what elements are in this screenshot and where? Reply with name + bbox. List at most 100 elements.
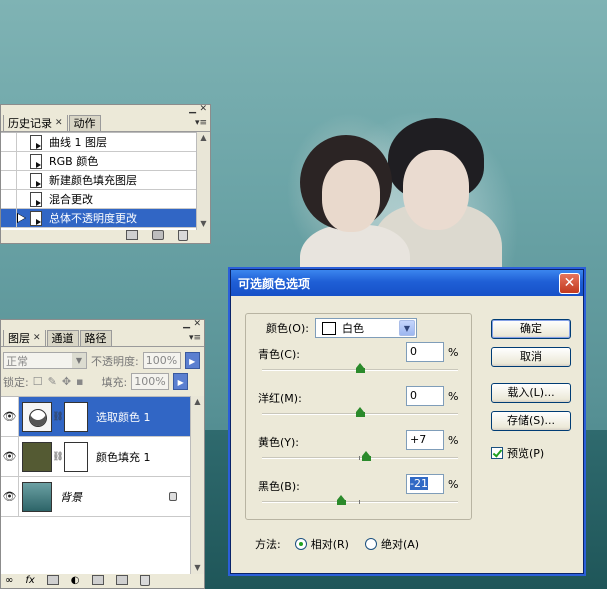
minimize-icon[interactable]: ▁	[183, 319, 190, 329]
layers-scrollbar[interactable]: ▲ ▼	[190, 396, 204, 574]
scroll-up-icon[interactable]: ▲	[191, 396, 204, 408]
history-state-icon	[29, 211, 43, 226]
lock-options: ☐ ✎ ✥ ▪	[33, 375, 84, 388]
close-icon[interactable]: ✕	[193, 319, 201, 329]
layer-mask-thumbnail[interactable]	[64, 441, 88, 472]
minimize-icon[interactable]: ▁	[189, 104, 196, 114]
save-button[interactable]: 存储(S)...	[491, 411, 571, 431]
black-slider-thumb[interactable]	[336, 495, 346, 505]
yellow-slider-thumb[interactable]	[361, 451, 371, 461]
history-tabs: 历史记录 ✕ 动作 ▾≡	[1, 114, 210, 132]
fill-field[interactable]: 100%	[131, 373, 170, 390]
method-relative-radio[interactable]: 相对(R)	[294, 536, 349, 552]
history-item[interactable]: 新建颜色填充图层	[1, 171, 196, 190]
new-layer-icon[interactable]	[115, 575, 128, 585]
blend-mode-select[interactable]: 正常 ▼	[3, 352, 87, 369]
magenta-label: 洋红(M):	[258, 392, 302, 405]
magenta-input[interactable]: 0	[406, 386, 444, 406]
panel-menu-icon[interactable]: ▾≡	[195, 118, 207, 128]
new-group-folder-icon[interactable]	[91, 575, 104, 585]
layer-row-color-fill[interactable]: 👁 ⛓ 颜色填充 1	[1, 437, 191, 477]
yellow-track[interactable]	[262, 457, 458, 459]
black-center-tick	[359, 500, 360, 504]
history-panel: ▁ ✕ 历史记录 ✕ 动作 ▾≡ 曲线 1 图层 RGB 颜色 新建颜色填充图层	[0, 104, 211, 244]
close-tab-icon[interactable]: ✕	[33, 331, 41, 346]
layer-name: 选取颜色 1	[96, 410, 151, 424]
cyan-input[interactable]: 0	[406, 342, 444, 362]
method-absolute-radio[interactable]: 绝对(A)	[364, 536, 419, 552]
add-mask-icon[interactable]	[46, 575, 59, 585]
method-label: 方法:	[255, 538, 281, 551]
color-adjust-group: 颜色(O): 白色 ▼ 青色(C): 0 % 洋红(M): 0 % 黄色(Y):…	[245, 313, 472, 520]
panel-menu-icon[interactable]: ▾≡	[189, 333, 201, 343]
history-snapshot-box[interactable]	[1, 171, 17, 189]
chevron-down-icon[interactable]: ▼	[72, 353, 86, 368]
tab-history[interactable]: 历史记录 ✕	[3, 114, 68, 131]
scroll-up-icon[interactable]: ▲	[197, 132, 210, 144]
close-tab-icon[interactable]: ✕	[55, 116, 63, 131]
cyan-slider-thumb[interactable]	[355, 363, 365, 373]
history-snapshot-box[interactable]	[1, 190, 17, 208]
history-item-label: 曲线 1 图层	[49, 136, 107, 149]
history-item[interactable]: 混合更改	[1, 190, 196, 209]
lock-all-icon[interactable]: ▪	[76, 375, 83, 388]
link-layers-icon[interactable]: ∞	[5, 575, 13, 586]
layer-mask-thumbnail[interactable]	[64, 401, 88, 432]
dialog-titlebar[interactable]: 可选颜色选项 ✕	[231, 270, 583, 296]
trash-icon[interactable]	[139, 574, 150, 586]
eye-icon[interactable]: 👁	[1, 397, 19, 436]
radio-selected-icon[interactable]	[294, 538, 307, 550]
history-item[interactable]: 曲线 1 图层	[1, 133, 196, 152]
eye-icon[interactable]: 👁	[1, 477, 19, 516]
black-track[interactable]	[262, 501, 458, 503]
fill-slider-button[interactable]: ▶	[173, 373, 189, 390]
tab-actions[interactable]: 动作	[68, 115, 101, 131]
ok-button[interactable]: 确定	[491, 319, 571, 339]
selective-color-dialog: 可选颜色选项 ✕ 颜色(O): 白色 ▼ 青色(C): 0 % 洋红(M): 0…	[230, 269, 584, 574]
load-button[interactable]: 载入(L)...	[491, 383, 571, 403]
history-scrollbar[interactable]: ▲ ▼	[196, 132, 210, 230]
new-adjustment-layer-icon[interactable]: ◐	[71, 575, 80, 586]
trash-icon[interactable]	[178, 229, 188, 241]
colors-select[interactable]: 白色 ▼	[314, 318, 417, 338]
history-snapshot-box[interactable]	[1, 152, 17, 170]
close-icon[interactable]: ✕	[559, 272, 580, 294]
history-item-label: RGB 颜色	[49, 155, 99, 168]
close-icon[interactable]: ✕	[199, 104, 207, 114]
new-document-from-state-icon[interactable]	[126, 230, 138, 240]
history-item-selected[interactable]: 总体不透明度更改	[1, 209, 196, 228]
lock-image-icon[interactable]: ✎	[48, 375, 57, 388]
chain-link-icon[interactable]: ⛓	[52, 412, 64, 422]
layers-panel-topbar: ▁ ✕	[1, 319, 204, 330]
cancel-button[interactable]: 取消	[491, 347, 571, 367]
lock-position-icon[interactable]: ✥	[62, 375, 71, 388]
chevron-down-icon[interactable]: ▼	[398, 320, 415, 336]
opacity-field[interactable]: 100%	[142, 352, 181, 369]
tab-paths[interactable]: 路径	[79, 330, 112, 346]
opacity-slider-button[interactable]: ▶	[184, 352, 200, 369]
blend-mode-value: 正常	[6, 354, 28, 368]
preview-label: 预览(P)	[507, 447, 545, 460]
tab-channels[interactable]: 通道	[46, 330, 79, 346]
black-input[interactable]: -21	[406, 474, 444, 494]
layer-row-selective-color[interactable]: 👁 ⛓ 选取颜色 1	[1, 397, 191, 437]
yellow-center-tick	[359, 456, 360, 460]
history-snapshot-box[interactable]	[1, 133, 17, 151]
history-list: 曲线 1 图层 RGB 颜色 新建颜色填充图层 混合更改 总体不透明度更改	[1, 132, 196, 230]
lock-transparency-icon[interactable]: ☐	[33, 375, 43, 388]
tab-layers[interactable]: 图层 ✕	[3, 329, 46, 346]
yellow-input[interactable]: +7	[406, 430, 444, 450]
lock-label: 锁定:	[3, 375, 29, 389]
eye-icon[interactable]: 👁	[1, 437, 19, 476]
preview-checkbox[interactable]	[491, 447, 503, 459]
magenta-slider-thumb[interactable]	[355, 407, 365, 417]
layer-row-background[interactable]: 👁 背景	[1, 477, 191, 517]
tab-history-label: 历史记录	[8, 116, 52, 130]
layers-options: 正常 ▼ 不透明度: 100% ▶ 锁定: ☐ ✎ ✥ ▪ 填充: 100% ▶	[1, 347, 204, 393]
history-item[interactable]: RGB 颜色	[1, 152, 196, 171]
radio-unselected-icon[interactable]	[364, 538, 377, 550]
chain-link-icon[interactable]: ⛓	[52, 452, 64, 462]
layer-style-fx-icon[interactable]: fx	[25, 575, 34, 586]
new-snapshot-camera-icon[interactable]	[152, 230, 164, 240]
history-snapshot-box[interactable]	[1, 209, 26, 227]
